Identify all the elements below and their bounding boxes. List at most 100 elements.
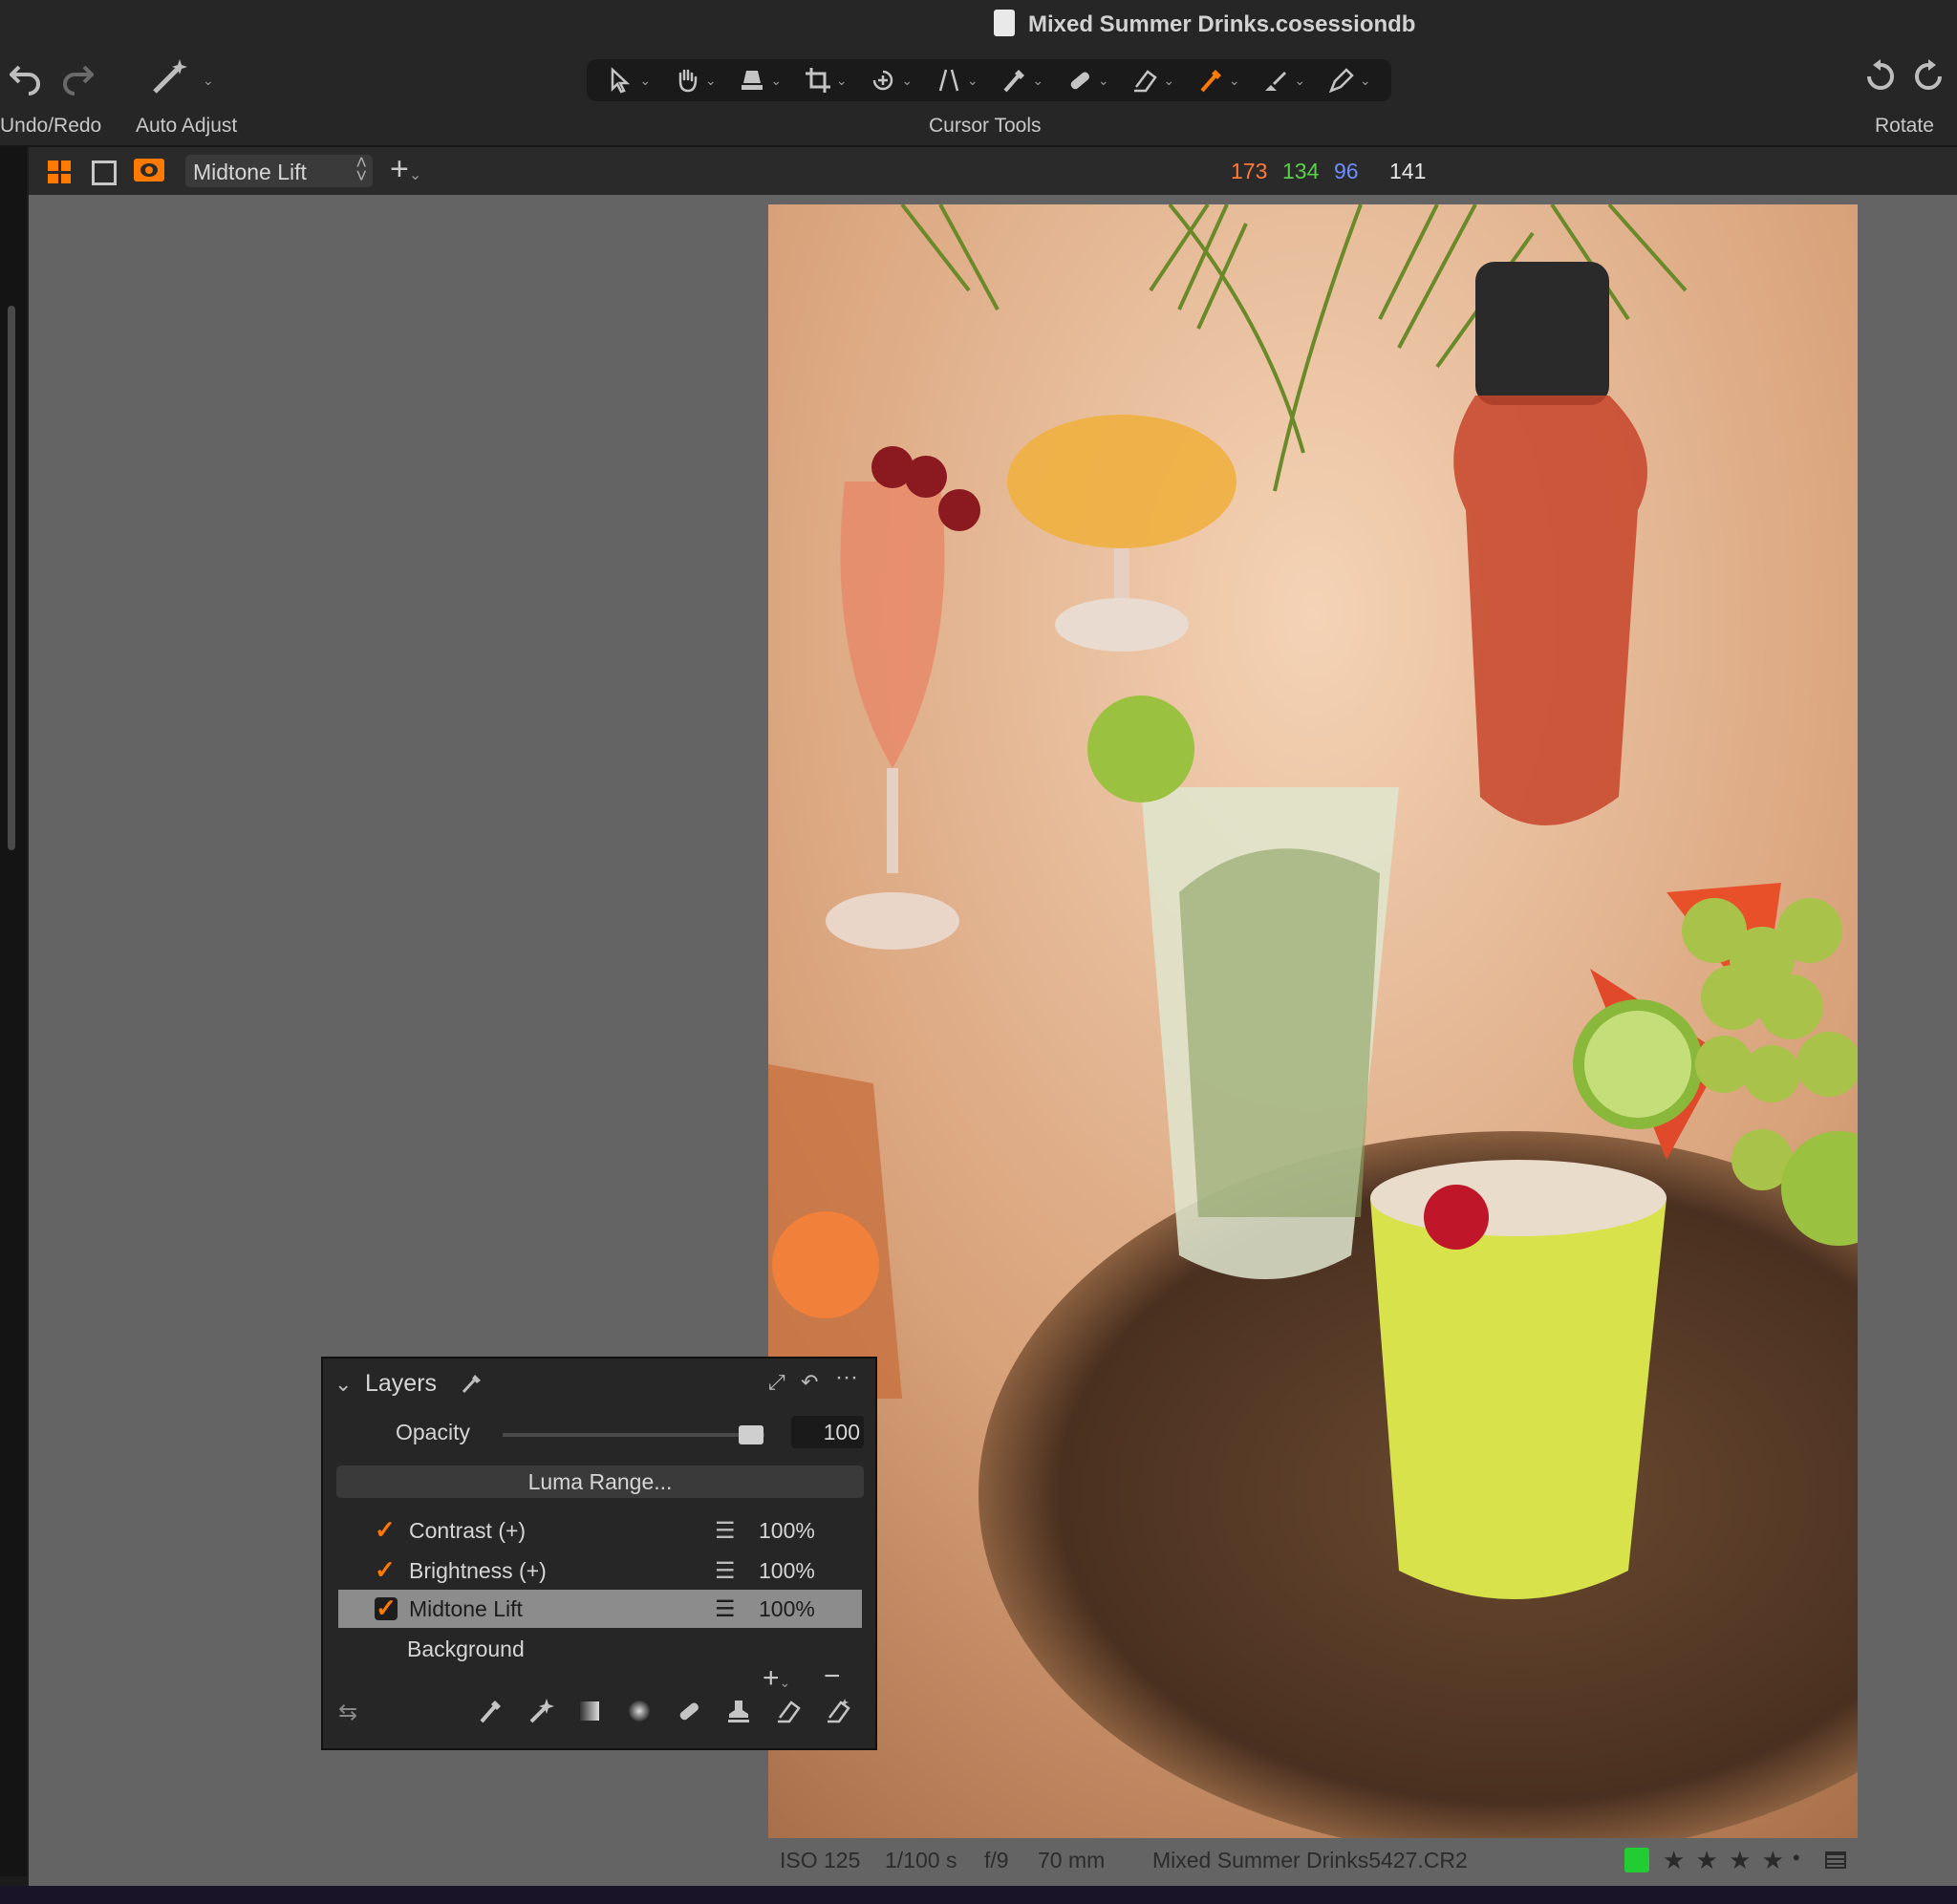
opacity-slider-track[interactable] (503, 1433, 764, 1437)
cursor-tools-group: ⌄ ⌄ ⌄ ⌄ ⌄ ⌄ ⌄ ⌄ ⌄ ⌄ ⌄ ⌄ (587, 59, 1391, 101)
brush-icon (1003, 70, 1025, 93)
auto-adjust-label: Auto Adjust (136, 115, 238, 137)
rotate-right-icon[interactable] (1911, 57, 1946, 100)
keystone-tool[interactable]: ⌄ (935, 66, 978, 95)
opacity-value-field[interactable]: 100 (791, 1416, 864, 1448)
gradient-brush-icon (1265, 72, 1287, 91)
chevron-down-icon: ⌄ (1032, 72, 1044, 88)
add-layer-icon[interactable]: +⌄ (763, 1662, 790, 1695)
brush-icon[interactable] (476, 1697, 505, 1725)
heal-icon[interactable] (675, 1697, 703, 1725)
erase-mask-icon[interactable] (824, 1697, 852, 1725)
adjust-sliders-icon[interactable]: ☰ (715, 1517, 759, 1545)
redo-icon[interactable] (59, 57, 95, 100)
undo-icon[interactable] (9, 57, 44, 100)
readout-b: 96 (1334, 159, 1359, 183)
brush-icon[interactable] (461, 1372, 484, 1400)
grid-view-icon[interactable] (48, 160, 71, 183)
layer-tools-row (476, 1697, 852, 1725)
layers-panel: ⌄ Layers ⤢ ↶ ··· Opacity 100 Luma Range.… (321, 1357, 877, 1750)
rotate-label: Rotate (1875, 115, 1934, 137)
opacity-label: Opacity (396, 1420, 470, 1444)
chevron-down-icon: ⌄ (770, 72, 783, 88)
chevron-down-icon: ⌄ (639, 72, 652, 88)
updown-chevron-icon: ˄ ˅ (355, 153, 367, 187)
mask-eye-icon[interactable] (134, 159, 164, 182)
layer-row-brightness[interactable]: ✓ Brightness (+) ☰ 100% (338, 1551, 862, 1590)
layer-row-midtone-lift[interactable]: ✓ Midtone Lift ☰ 100% (338, 1590, 862, 1628)
chevron-down-icon: ⌄ (1097, 72, 1109, 88)
magic-brush-icon[interactable] (526, 1697, 554, 1725)
radial-gradient-icon[interactable] (625, 1697, 654, 1725)
layer-name: Contrast (+) (409, 1517, 527, 1543)
chevron-down-icon: ⌄ (1359, 72, 1371, 88)
crop-icon (805, 68, 830, 93)
star-rating[interactable]: ★ ★ ★ ★ (1663, 1846, 1786, 1875)
color-tag[interactable] (1624, 1848, 1649, 1872)
rotate-left-icon[interactable] (1863, 57, 1898, 100)
chevron-down-icon: ⌄ (835, 72, 848, 88)
layer-visible-checkbox[interactable]: ✓ (375, 1595, 398, 1620)
layer-select-value: Midtone Lift (193, 160, 307, 184)
layer-visible-checkbox[interactable]: ✓ (375, 1517, 398, 1542)
collapse-chevron-icon[interactable]: ⌄ (334, 1372, 352, 1397)
active-brush-icon (1200, 70, 1221, 93)
reset-icon[interactable]: ↶ (801, 1370, 818, 1395)
metadata-list-icon[interactable] (1825, 1851, 1846, 1869)
pen-icon (1328, 68, 1354, 94)
stamp-tool[interactable]: ⌄ (738, 66, 782, 95)
layer-select[interactable]: Midtone Lift ˄ ˅ (185, 153, 373, 187)
focal-length-value: 70 mm (1038, 1848, 1106, 1872)
readout-l: 141 (1389, 159, 1427, 183)
readout-r: 173 (1231, 159, 1268, 183)
adjust-sliders-icon[interactable]: ☰ (715, 1557, 759, 1585)
eraser-icon (1134, 70, 1158, 93)
expand-icon[interactable]: ⤢ (768, 1370, 785, 1395)
heal-tool[interactable]: ⌄ (1065, 66, 1109, 95)
undo-redo-label: Undo/Redo (0, 115, 102, 137)
gradient-tool[interactable]: ⌄ (1261, 66, 1305, 95)
single-view-icon[interactable] (92, 160, 117, 185)
title-bar: Mixed Summer Drinks.cosessiondb (0, 0, 1957, 50)
auto-adjust-wand-icon[interactable] (151, 57, 189, 100)
luma-range-button[interactable]: Luma Range... (336, 1465, 864, 1498)
straighten-icon (873, 70, 893, 91)
layer-name: Midtone Lift (409, 1595, 523, 1621)
bandage-icon (1070, 72, 1089, 90)
dot-icon: • (1793, 1846, 1800, 1870)
photo-preview[interactable] (768, 204, 1858, 1838)
active-brush-tool[interactable]: ⌄ (1196, 66, 1240, 95)
chevron-down-icon: ⌄ (966, 72, 978, 88)
eraser-icon[interactable] (774, 1697, 803, 1725)
remove-layer-icon[interactable]: − (824, 1660, 841, 1693)
shutter-value: 1/100 s (885, 1848, 957, 1872)
layer-visible-checkbox[interactable]: ✓ (375, 1557, 398, 1582)
annotation-tool[interactable]: ⌄ (1327, 66, 1371, 95)
layer-row-contrast[interactable]: ✓ Contrast (+) ☰ 100% (338, 1511, 862, 1550)
pan-tool[interactable]: ⌄ (673, 66, 717, 95)
crop-tool[interactable]: ⌄ (804, 66, 848, 95)
adjust-sliders-icon[interactable]: ☰ (715, 1595, 759, 1623)
bottom-edge (0, 1886, 1957, 1904)
erase-tool[interactable]: ⌄ (1130, 66, 1174, 95)
layers-panel-title: Layers (365, 1370, 438, 1397)
layer-opacity: 100% (759, 1557, 815, 1583)
pointer-icon (612, 67, 631, 94)
opacity-slider-thumb[interactable] (739, 1425, 764, 1444)
cursor-tools-label: Cursor Tools (929, 115, 1042, 137)
select-tool[interactable]: ⌄ (607, 66, 651, 95)
rotate-tool[interactable]: ⌄ (869, 66, 913, 95)
keystone-icon (938, 69, 959, 92)
add-layer-button[interactable]: +⌄ (390, 151, 421, 188)
auto-adjust-chevron-icon[interactable]: ⌄ (203, 73, 214, 89)
clone-stamp-icon[interactable] (724, 1697, 753, 1725)
scrollbar-thumb[interactable] (8, 306, 15, 850)
swap-icon[interactable]: ⇆ (338, 1699, 357, 1726)
hand-icon (678, 69, 698, 93)
brush-tool[interactable]: ⌄ (1000, 66, 1043, 95)
viewer-toolbar: Midtone Lift ˄ ˅ +⌄ 173 134 96 141 (29, 147, 1957, 195)
chevron-down-icon: ⌄ (901, 72, 914, 88)
more-options-icon[interactable]: ··· (835, 1364, 858, 1391)
linear-gradient-icon[interactable] (575, 1697, 604, 1725)
aperture-value: f/9 (984, 1848, 1009, 1872)
